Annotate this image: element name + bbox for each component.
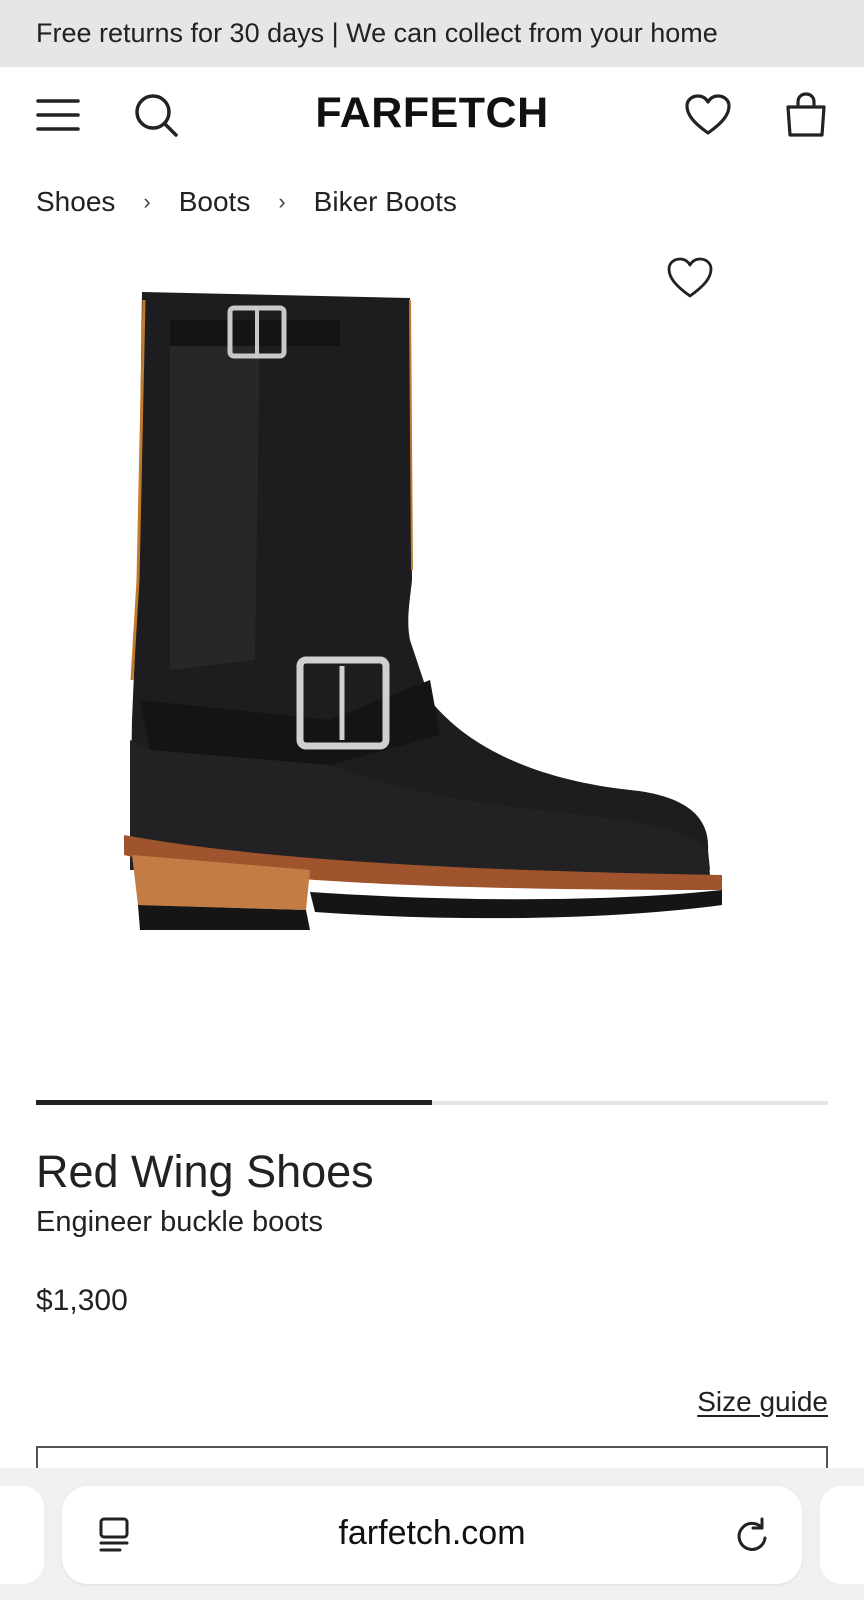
heart-icon [685, 94, 731, 135]
breadcrumb-item-boots[interactable]: Boots [179, 186, 251, 218]
image-wishlist-button[interactable] [666, 256, 722, 308]
next-tab[interactable] [820, 1486, 864, 1584]
browser-toolbar: farfetch.com [0, 1468, 864, 1600]
brand-name[interactable]: Red Wing Shoes [36, 1146, 374, 1198]
product-name: Engineer buckle boots [36, 1206, 323, 1238]
previous-tab[interactable] [0, 1486, 44, 1584]
url-text[interactable]: farfetch.com [62, 1514, 802, 1553]
image-carousel-indicator [36, 1100, 828, 1105]
shopping-bag-icon [786, 92, 826, 137]
reload-button[interactable] [732, 1516, 772, 1556]
product-image[interactable] [110, 280, 750, 960]
promo-text: Free returns for 30 days | We can collec… [36, 18, 718, 48]
promo-banner[interactable]: Free returns for 30 days | We can collec… [0, 0, 864, 67]
address-bar[interactable]: farfetch.com [62, 1486, 802, 1584]
breadcrumb-separator: › [143, 189, 151, 214]
shopping-bag-button[interactable] [778, 87, 834, 143]
breadcrumb-separator: › [278, 189, 286, 214]
carousel-active-segment [36, 1100, 432, 1105]
heart-icon [667, 257, 713, 298]
breadcrumb: Shoes › Boots › Biker Boots [36, 182, 457, 222]
boot-image [124, 292, 722, 930]
breadcrumb-item-shoes[interactable]: Shoes [36, 186, 115, 218]
size-guide-link[interactable]: Size guide [697, 1386, 828, 1418]
breadcrumb-item-biker-boots[interactable]: Biker Boots [314, 186, 457, 218]
top-navigation: FARFETCH [0, 67, 864, 167]
wishlist-button[interactable] [680, 87, 736, 143]
price: $1,300 [36, 1284, 128, 1317]
reload-icon [737, 1517, 767, 1551]
